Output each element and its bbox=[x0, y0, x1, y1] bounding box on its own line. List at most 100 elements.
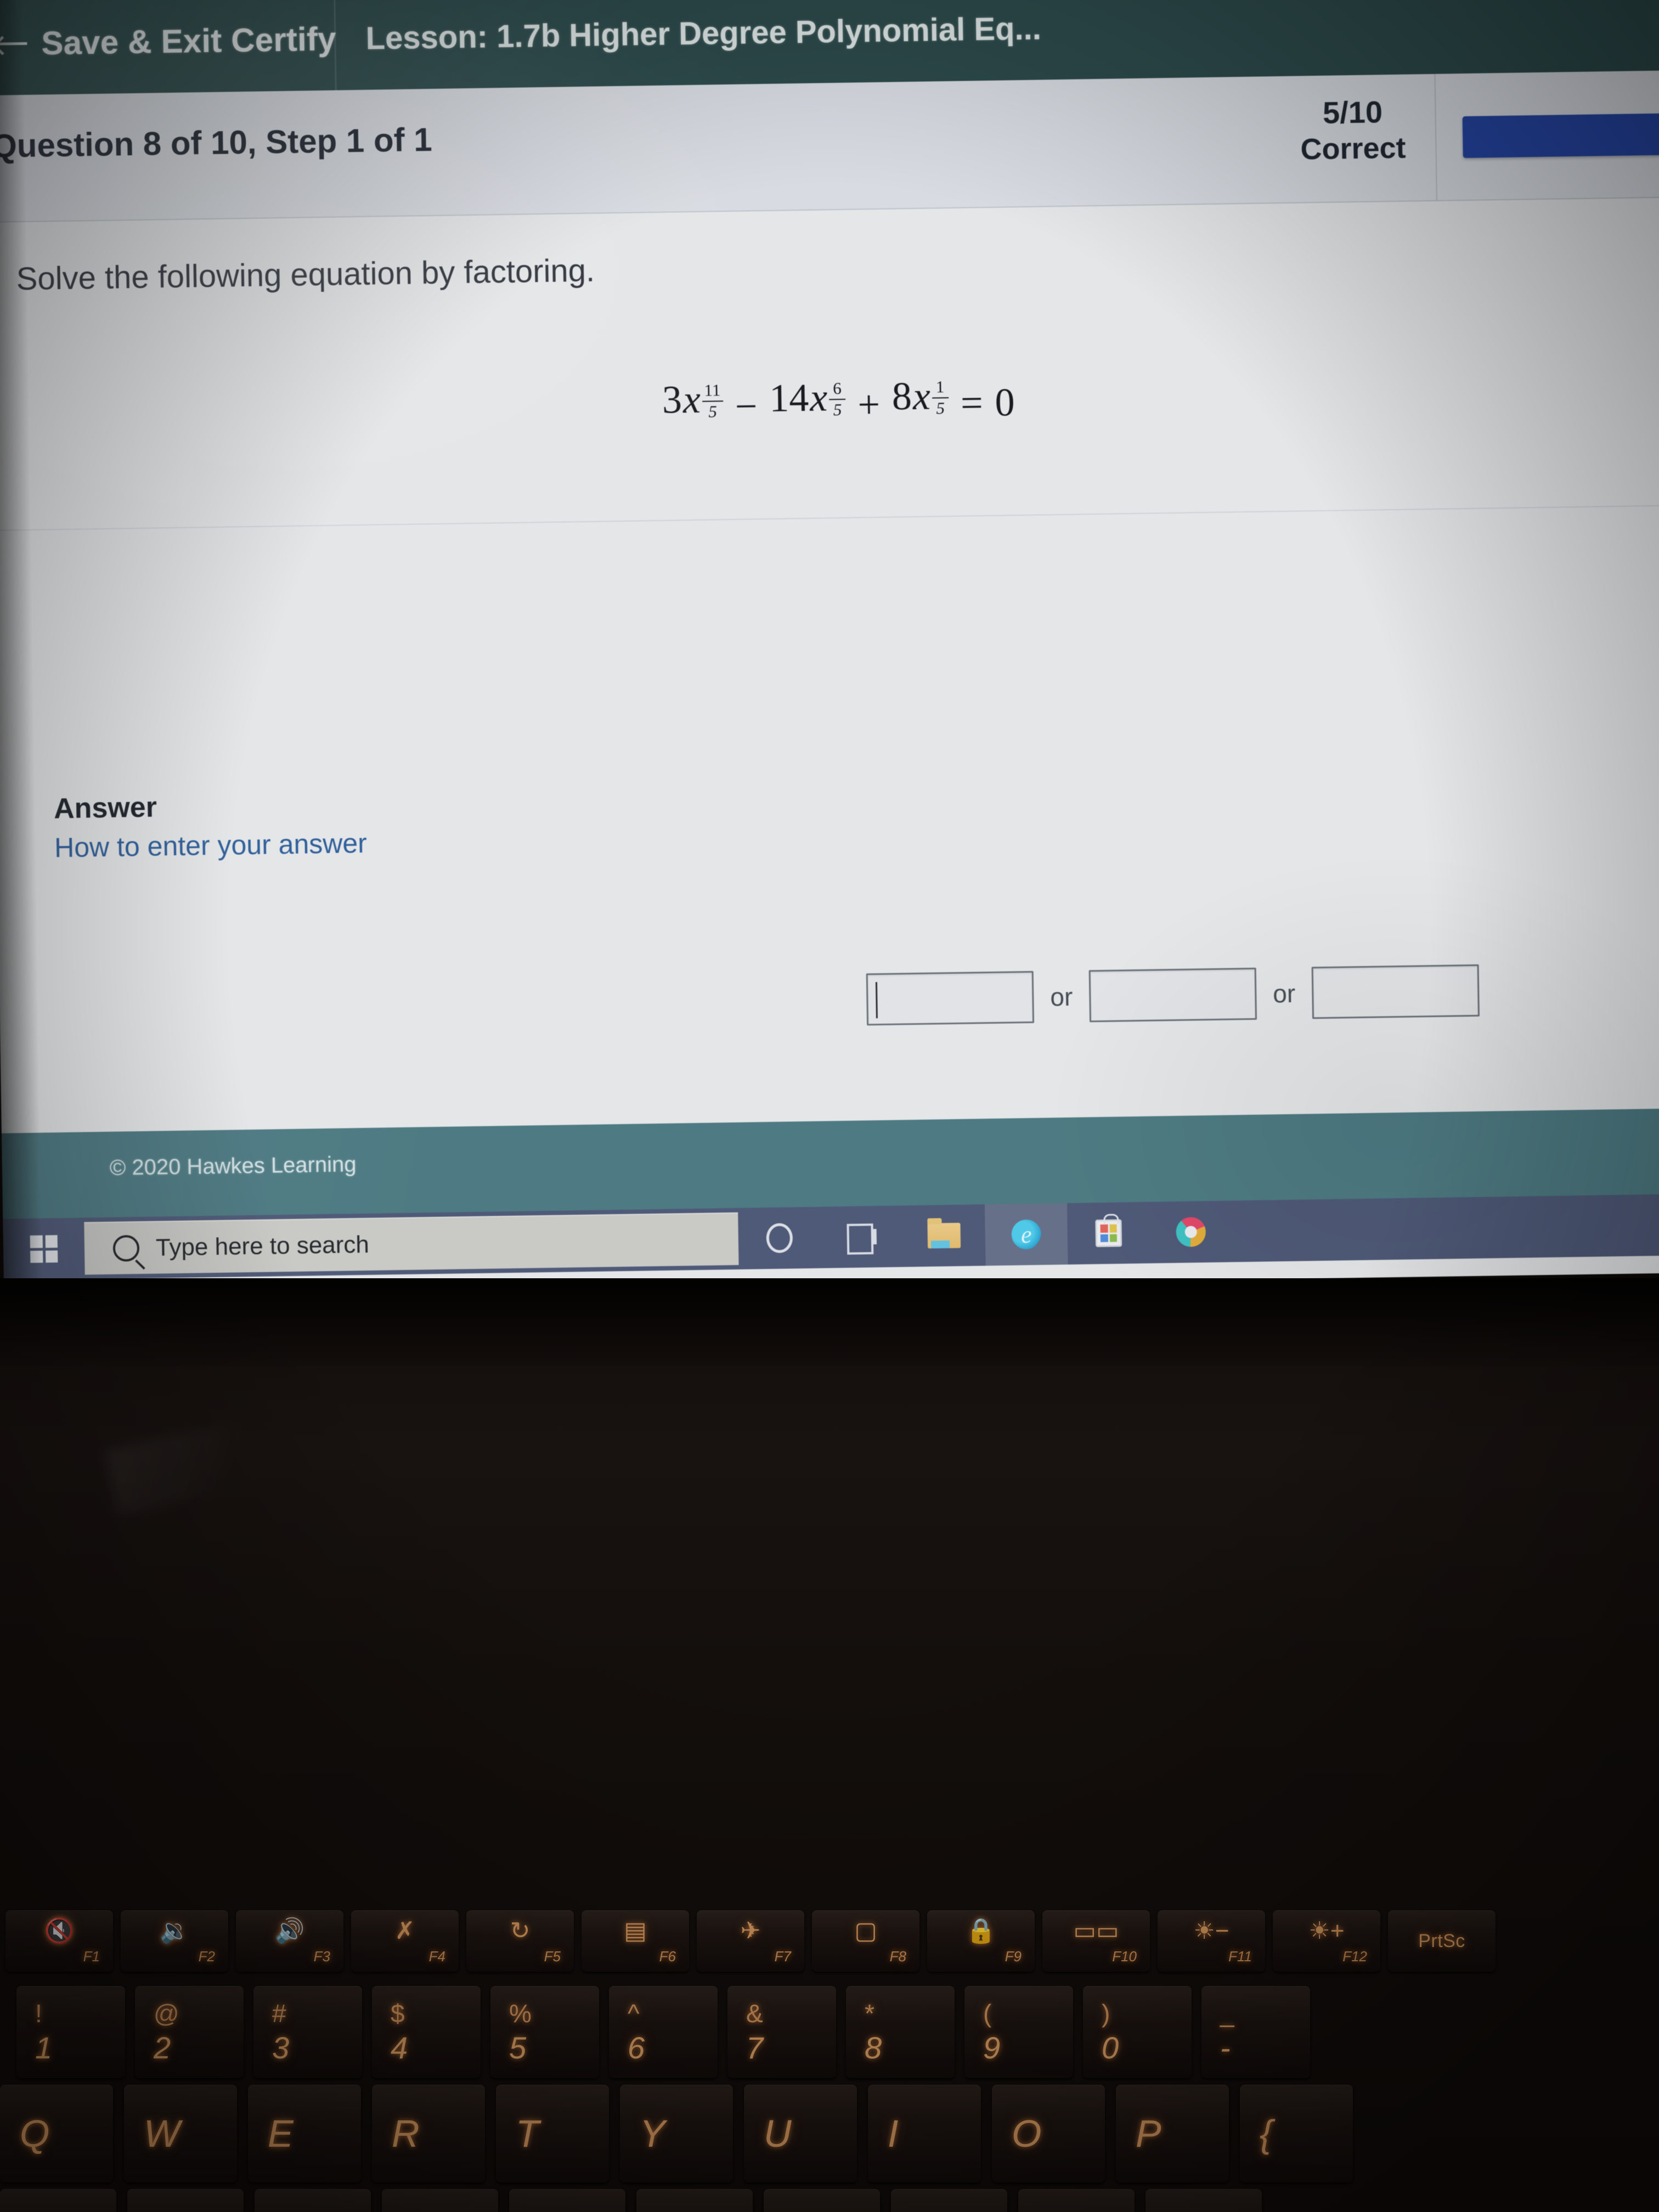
key-shift-label: # bbox=[272, 1999, 286, 2028]
key-label: T bbox=[516, 2112, 539, 2155]
deck-highlight bbox=[105, 1414, 290, 1515]
lock-icon: 🔒 bbox=[966, 1917, 996, 1944]
key-shift-label: & bbox=[746, 1999, 763, 2028]
key-g[interactable]: G bbox=[509, 2189, 625, 2212]
key-shift-label: @ bbox=[154, 1999, 179, 2028]
key-display-switch-icon[interactable]: ▭▭ F10 bbox=[1042, 1910, 1150, 1972]
equation-term-1: 3 x 11 5 bbox=[662, 376, 723, 438]
hinge-shadow bbox=[0, 1278, 1659, 1366]
key-label: O bbox=[1012, 2112, 1042, 2155]
operator-minus: − bbox=[735, 383, 758, 428]
key-label: 5 bbox=[509, 2030, 527, 2065]
key-label: W bbox=[144, 2112, 180, 2155]
keyboard-function-row: 🔇 F1 🔉 F2 🔊 F3 ✗ F4 ↻ F5 ▤ F6 ✈ F7 ▢ F8 🔒 F9 ▭▭ F10 ☀− F11 ☀+ F… bbox=[5, 1910, 1496, 1972]
key-{[interactable]: { bbox=[1240, 2085, 1353, 2182]
key-microphone-mute-icon[interactable]: ✗ F4 bbox=[351, 1910, 459, 1972]
answer-input-2[interactable] bbox=[1088, 967, 1257, 1023]
submit-answer-button[interactable] bbox=[1462, 112, 1659, 159]
key-7[interactable]: & 7 bbox=[727, 1986, 836, 2078]
key-o[interactable]: O bbox=[992, 2085, 1105, 2182]
key-shift-label: * bbox=[865, 1999, 874, 2028]
key-label: F11 bbox=[1228, 1948, 1252, 1965]
key-label: F4 bbox=[428, 1948, 445, 1965]
key-label: F8 bbox=[889, 1948, 906, 1965]
equation-term-3: 8 x 1 5 bbox=[891, 373, 949, 435]
taskbar-search-input[interactable]: Type here to search bbox=[84, 1212, 739, 1275]
key-label: Q bbox=[20, 2112, 50, 2155]
key-refresh-icon[interactable]: ↻ F5 bbox=[466, 1910, 574, 1972]
key-label: 6 bbox=[628, 2030, 645, 2065]
key-y[interactable]: Y bbox=[620, 2085, 733, 2182]
key--[interactable]: _ - bbox=[1201, 1986, 1310, 2078]
score-block: 5/10 Correct bbox=[1270, 93, 1436, 168]
key-:[interactable]: : bbox=[1146, 2189, 1262, 2212]
key-s[interactable]: S bbox=[127, 2189, 244, 2212]
taskbar-item-chrome[interactable] bbox=[1149, 1201, 1233, 1263]
key-j[interactable]: J bbox=[764, 2189, 880, 2212]
key-4[interactable]: $4 bbox=[372, 1986, 481, 2078]
key-0[interactable]: ) 0 bbox=[1083, 1986, 1192, 2078]
laptop-keyboard-deck: 🔇 F1 🔉 F2 🔊 F3 ✗ F4 ↻ F5 ▤ F6 ✈ F7 ▢ F8 🔒 F9 ▭▭ F10 ☀− F11 ☀+ F… bbox=[0, 1278, 1659, 2212]
key-h[interactable]: H bbox=[636, 2189, 753, 2212]
save-exit-certify-button[interactable]: Save & Exit Certify bbox=[41, 20, 336, 62]
key-label: U bbox=[764, 2112, 792, 2155]
key-w[interactable]: W bbox=[124, 2085, 237, 2182]
key-label: 2 bbox=[154, 2030, 171, 2065]
start-button[interactable] bbox=[3, 1218, 85, 1280]
taskbar-item-file-explorer[interactable] bbox=[902, 1204, 986, 1267]
key-l[interactable]: L bbox=[1018, 2189, 1135, 2212]
key-brightness-up-icon[interactable]: ☀+ F12 bbox=[1273, 1910, 1380, 1972]
taskbar-item-cortana[interactable] bbox=[738, 1207, 821, 1269]
content-divider bbox=[0, 505, 1659, 531]
key-k[interactable]: K bbox=[891, 2189, 1007, 2212]
key-2[interactable]: @2 bbox=[135, 1986, 244, 2078]
key-label: F3 bbox=[313, 1948, 330, 1965]
key-brightness-down-icon[interactable]: ☀− F11 bbox=[1158, 1910, 1265, 1972]
key-shift-label: ^ bbox=[628, 1999, 640, 2028]
key-label: F6 bbox=[659, 1948, 676, 1965]
key-f[interactable]: F bbox=[382, 2189, 498, 2212]
search-icon bbox=[112, 1235, 140, 1262]
key-camera-off-icon[interactable]: ▢ F8 bbox=[812, 1910, 919, 1972]
taskbar-item-edge[interactable] bbox=[984, 1203, 1068, 1266]
key-shift-label: ( bbox=[983, 1999, 992, 2028]
taskbar-item-task-view[interactable] bbox=[820, 1205, 904, 1268]
back-arrow-icon[interactable] bbox=[0, 35, 30, 52]
microsoft-store-icon bbox=[1095, 1219, 1122, 1248]
key-u[interactable]: U bbox=[744, 2085, 857, 2182]
key-q[interactable]: Q bbox=[0, 2085, 113, 2182]
key-r[interactable]: R bbox=[372, 2085, 485, 2182]
key-a[interactable]: A bbox=[0, 2189, 116, 2212]
key-3[interactable]: #3 bbox=[253, 1986, 362, 2078]
key-label: { bbox=[1260, 2112, 1273, 2155]
answer-input-1[interactable] bbox=[866, 970, 1035, 1026]
key-lock-icon[interactable]: 🔒 F9 bbox=[927, 1910, 1035, 1972]
or-separator-2: or bbox=[1272, 979, 1296, 1008]
key-i[interactable]: I bbox=[868, 2085, 981, 2182]
key-t[interactable]: T bbox=[496, 2085, 609, 2182]
key-1[interactable]: ! 1 bbox=[16, 1986, 125, 2078]
key-5[interactable]: % 5 bbox=[490, 1986, 599, 2078]
edge-browser-icon bbox=[1011, 1219, 1042, 1250]
key-airplane-mode-icon[interactable]: ✈ F7 bbox=[697, 1910, 804, 1972]
key-volume-up-icon[interactable]: 🔊 F3 bbox=[236, 1910, 343, 1972]
equation-term-2: 14 x 6 5 bbox=[769, 375, 847, 436]
key-shift-label: ) bbox=[1102, 1999, 1110, 2028]
key-mute-icon[interactable]: 🔇 F1 bbox=[5, 1910, 113, 1972]
key-d[interactable]: D bbox=[255, 2189, 371, 2212]
taskbar-item-microsoft-store[interactable] bbox=[1067, 1202, 1150, 1265]
key-print-screen-icon[interactable]: PrtSc bbox=[1388, 1910, 1496, 1972]
how-to-enter-answer-link[interactable]: How to enter your answer bbox=[54, 827, 368, 864]
key-9[interactable]: (9 bbox=[964, 1986, 1073, 2078]
brightness-down-icon: ☀− bbox=[1193, 1917, 1229, 1944]
key-shift-label: ! bbox=[35, 1999, 42, 2028]
key-p[interactable]: P bbox=[1116, 2085, 1229, 2182]
key-6[interactable]: ^ 6 bbox=[609, 1986, 718, 2078]
key-touchpad-off-icon[interactable]: ▤ F6 bbox=[582, 1910, 689, 1972]
answer-input-3[interactable] bbox=[1311, 964, 1480, 1019]
copyright-text: © 2020 Hawkes Learning bbox=[109, 1152, 357, 1180]
key-8[interactable]: * 8 bbox=[846, 1986, 955, 2078]
key-label: 3 bbox=[272, 2030, 290, 2065]
key-e[interactable]: E bbox=[248, 2085, 361, 2182]
key-volume-down-icon[interactable]: 🔉 F2 bbox=[121, 1910, 228, 1972]
